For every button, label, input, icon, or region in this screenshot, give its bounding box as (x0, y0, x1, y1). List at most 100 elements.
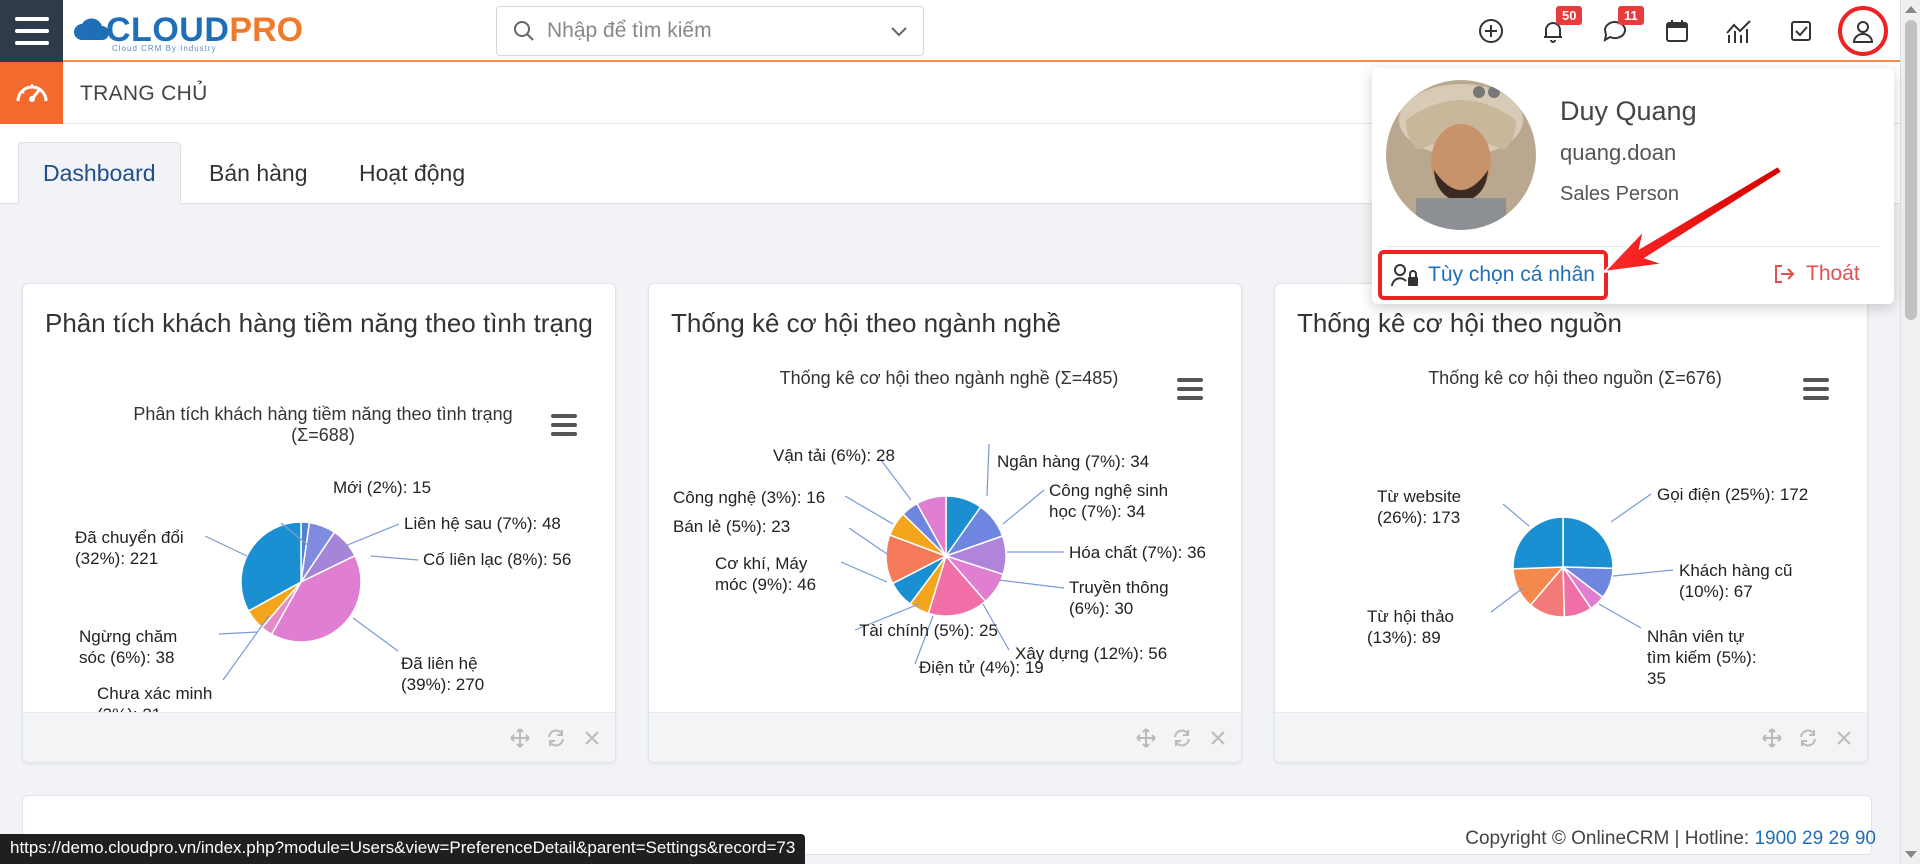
message-count-badge: 11 (1618, 6, 1644, 25)
tasks-button[interactable] (1770, 0, 1832, 62)
pie-data-label: Đã chuyển đổi (75, 528, 184, 547)
pie-connector-line (370, 555, 419, 561)
widget-opportunities-by-source: Thống kê cơ hội theo nguồn Thống kê cơ h… (1274, 283, 1868, 763)
pie-data-label: móc (9%): 46 (715, 575, 816, 594)
add-icon (1479, 19, 1503, 43)
widget-footer (23, 712, 615, 762)
page-scrollbar[interactable] (1900, 0, 1920, 864)
pie-data-label: Công nghệ sinh (1049, 481, 1168, 500)
hamburger-bar (14, 41, 49, 45)
hamburger-bar (14, 17, 49, 21)
pie-data-label: Tài chính (5%): 25 (859, 621, 998, 640)
pie-data-label: tìm kiếm (5%): (1647, 648, 1757, 667)
hamburger-bar (14, 29, 49, 33)
pie-data-label: Cố liên lạc (8%): 56 (423, 550, 571, 569)
cloudpro-logo[interactable]: CLOUD PRO Cloud CRM By Industry (72, 6, 303, 54)
pie-connector-line (880, 459, 912, 501)
search-icon (511, 18, 537, 44)
pie-chart: Ngân hàng (7%): 34 Công nghệ sinh học (7%)… (673, 443, 1206, 677)
header-toolbar: 50 11 (1460, 0, 1894, 62)
pie-connector-line (848, 527, 888, 555)
status-bar-url: https://demo.cloudpro.vn/index.php?modul… (0, 834, 806, 864)
tab-hoat-dong[interactable]: Hoạt động (335, 142, 489, 204)
search-input[interactable] (547, 19, 877, 43)
pie-data-label: (10%): 67 (1679, 582, 1753, 601)
close-icon[interactable] (1831, 725, 1857, 751)
chevron-down-icon[interactable] (889, 21, 909, 46)
tab-ban-hang[interactable]: Bán hàng (185, 142, 331, 204)
user-dropdown-menu: Duy Quang quang.doan Sales Person Tùy ch… (1372, 68, 1894, 304)
notifications-button[interactable]: 50 (1522, 0, 1584, 62)
copyright-text: Copyright © OnlineCRM | Hotline: (1465, 828, 1755, 849)
user-username: quang.doan (1560, 140, 1677, 165)
copyright-footer: Copyright © OnlineCRM | Hotline: 1900 29… (1465, 828, 1876, 850)
pie-data-label: Từ hội thảo (1367, 607, 1454, 626)
widget-leads-by-status: Phân tích khách hàng tiềm năng theo tình… (22, 283, 616, 763)
quick-create-button[interactable] (1460, 0, 1522, 62)
pie-connector-line (840, 561, 888, 583)
logout-label: Thoát (1806, 262, 1860, 285)
pie-data-label: Nhân viên tự (1647, 627, 1744, 646)
pie-connector-line (1502, 503, 1530, 527)
scroll-down-arrow[interactable] (1905, 851, 1917, 858)
pie-data-label: học (7%): 34 (1049, 502, 1145, 521)
messages-button[interactable]: 11 (1584, 0, 1646, 62)
menu-toggle-button[interactable] (0, 0, 63, 62)
pie-data-label: Công nghệ (3%): 16 (673, 488, 825, 507)
user-photo (1386, 80, 1536, 230)
global-search[interactable] (496, 6, 924, 56)
scrollbar-thumb[interactable] (1905, 20, 1917, 320)
pie-data-label: (39%): 270 (401, 675, 484, 694)
logo-tagline: Cloud CRM By Industry (112, 44, 217, 53)
reports-button[interactable] (1708, 0, 1770, 62)
user-menu-button[interactable] (1832, 0, 1894, 62)
user-button-highlight (1838, 6, 1888, 56)
user-role: Sales Person (1560, 183, 1679, 205)
personal-preferences-link[interactable]: Tùy chọn cá nhân (1378, 250, 1608, 300)
pie-data-label: sóc (6%): 38 (79, 648, 174, 667)
scroll-up-arrow[interactable] (1905, 6, 1917, 13)
pie-connector-line (204, 535, 248, 557)
logout-icon (1775, 265, 1795, 283)
pie-data-label: Gọi điện (25%): 172 (1657, 485, 1808, 504)
top-navbar: CLOUDPRO Cloud CRM By Industry 50 11 (0, 0, 1900, 62)
widget-footer (1275, 712, 1867, 762)
pie-data-label: Chưa xác minh (97, 684, 212, 703)
dashboard-home-button[interactable] (0, 62, 63, 124)
pie-connector-line (844, 495, 894, 525)
refresh-icon[interactable] (1169, 725, 1195, 751)
hotline-link[interactable]: 1900 29 29 90 (1754, 828, 1876, 849)
pie-data-label: Khách hàng cũ (1679, 561, 1792, 580)
pie-connector-line (1598, 603, 1642, 629)
pie-data-label: (13%): 89 (1367, 628, 1441, 647)
pie-data-label: Cơ khí, Máy (715, 554, 808, 573)
avatar (1386, 80, 1536, 230)
pie-data-label: Điện tử (4%): 19 (919, 658, 1044, 677)
logout-button[interactable]: Thoát (1772, 262, 1860, 286)
close-icon[interactable] (1205, 725, 1231, 751)
divider (1386, 246, 1880, 247)
move-icon[interactable] (507, 725, 533, 751)
pie-slice-6[interactable] (1512, 516, 1564, 570)
refresh-icon[interactable] (543, 725, 569, 751)
calendar-icon (1666, 20, 1688, 42)
pie-data-label: (32%): 221 (75, 549, 158, 568)
pie-data-label: Ngân hàng (7%): 34 (997, 452, 1149, 471)
preferences-label: Tùy chọn cá nhân (1428, 263, 1595, 286)
close-icon[interactable] (579, 725, 605, 751)
user-full-name: Duy Quang (1560, 96, 1697, 126)
tab-dashboard[interactable]: Dashboard (18, 142, 181, 204)
pie-connector-line (1002, 489, 1045, 525)
pie-data-label: Từ website (1377, 487, 1461, 506)
pie-slice-0[interactable] (1562, 516, 1614, 570)
pie-chart: Gọi điện (25%): 172 Khách hàng cũ (10%): 6… (1367, 485, 1808, 688)
move-icon[interactable] (1133, 725, 1159, 751)
move-icon[interactable] (1759, 725, 1785, 751)
pie-connector-line (1612, 569, 1674, 577)
logo-text-pro: PRO (229, 10, 304, 49)
pie-connector-line (1610, 493, 1652, 523)
pie-data-label: 35 (1647, 669, 1666, 688)
user-lock-icon (1391, 264, 1418, 287)
refresh-icon[interactable] (1795, 725, 1821, 751)
calendar-button[interactable] (1646, 0, 1708, 62)
